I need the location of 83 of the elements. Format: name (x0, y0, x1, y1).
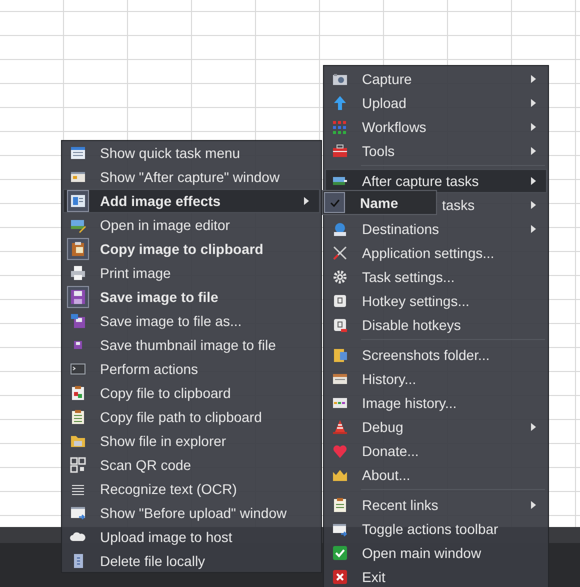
folder-icon (70, 433, 86, 449)
menu-item[interactable]: Image history... (325, 391, 547, 415)
submenu-arrow-icon (531, 99, 536, 107)
menu-item[interactable]: Debug (325, 415, 547, 439)
submenu-arrow-icon (304, 197, 309, 205)
menu-item[interactable]: Hotkey settings... (325, 289, 547, 313)
menu-item[interactable]: tasks (439, 193, 547, 217)
submenu-arrow-icon (531, 423, 536, 431)
checkmark-icon (330, 198, 340, 206)
menu-item[interactable]: Save image to file as... (63, 309, 320, 333)
menu-item[interactable]: Recognize text (OCR) (63, 477, 320, 501)
menu-item[interactable]: Task settings... (325, 265, 547, 289)
menu-item[interactable]: Copy file to clipboard (63, 381, 320, 405)
color-grid-icon (332, 119, 348, 135)
menu-item[interactable]: Toggle actions toolbar (325, 517, 547, 541)
menu-item[interactable]: Workflows (325, 115, 547, 139)
camera-icon (332, 71, 348, 87)
image-window-icon (70, 193, 86, 209)
window-arrow-icon (332, 521, 348, 537)
menu-item[interactable]: Application settings... (325, 241, 547, 265)
clipboard-icon (70, 385, 86, 401)
menu-item[interactable]: Destinations (325, 217, 547, 241)
menu-item[interactable]: Perform actions (63, 357, 320, 381)
toolbox-icon (332, 143, 348, 159)
tools-icon (332, 245, 348, 261)
clipboard-icon (70, 241, 86, 257)
menu-item[interactable]: Screenshots folder... (325, 343, 547, 367)
menu-item[interactable]: About... (325, 463, 547, 487)
menu-item[interactable]: Print image (63, 261, 320, 285)
submenu-arrow-icon (531, 501, 536, 509)
chip-label: Name (360, 194, 398, 210)
printer-icon (70, 265, 86, 281)
window-icon (70, 169, 86, 185)
submenu-arrow-icon (531, 177, 536, 185)
submenu-arrow-icon (531, 201, 536, 209)
menu-item[interactable]: Delete file locally (63, 549, 320, 573)
checkmark-icon (332, 545, 348, 561)
submenu-arrow-icon (531, 75, 536, 83)
menu-item[interactable]: Show "After capture" window (63, 165, 320, 189)
menu-item[interactable]: Add image effects (63, 189, 320, 213)
key-icon (332, 317, 348, 333)
image-pencil-icon (70, 217, 86, 233)
submenu-arrow-icon (531, 123, 536, 131)
key-icon (332, 293, 348, 309)
submenu-arrow-icon (531, 147, 536, 155)
close-icon (332, 569, 348, 585)
gear-icon (332, 269, 348, 285)
drag-tooltip[interactable]: Name (322, 190, 437, 215)
menu-item[interactable]: Recent links (325, 493, 547, 517)
menu-item[interactable]: Show "Before upload" window (63, 501, 320, 525)
menu-item[interactable]: Disable hotkeys (325, 313, 547, 337)
submenu-arrow-icon (531, 225, 536, 233)
qr-code-icon (70, 457, 86, 473)
heart-icon (332, 443, 348, 459)
image-grid-icon (332, 395, 348, 411)
menu-item[interactable]: After capture tasks (325, 169, 547, 193)
menu-item[interactable]: Upload (325, 91, 547, 115)
clipboard-icon (332, 497, 348, 513)
menu-item[interactable]: Copy image to clipboard (63, 237, 320, 261)
menu-item[interactable]: Open main window (325, 541, 547, 565)
menu-item[interactable]: Show quick task menu (63, 141, 320, 165)
folder-icon (332, 347, 348, 363)
menu-item[interactable]: Donate... (325, 439, 547, 463)
menu-item[interactable]: Open in image editor (63, 213, 320, 237)
terminal-icon (70, 361, 86, 377)
menu-item[interactable]: Scan QR code (63, 453, 320, 477)
menu-item[interactable]: Save thumbnail image to file (63, 333, 320, 357)
window-icon (332, 371, 348, 387)
floppy-disk-icon (70, 313, 86, 329)
menu-item[interactable]: Upload image to host (63, 525, 320, 549)
list-window-icon (70, 145, 86, 161)
menu-item[interactable]: Save image to file (63, 285, 320, 309)
menu-item[interactable]: Capture (325, 67, 547, 91)
checkbox[interactable] (324, 192, 345, 213)
menu-item[interactable]: Show file in explorer (63, 429, 320, 453)
globe-icon (332, 221, 348, 237)
menu-item[interactable]: Copy file path to clipboard (63, 405, 320, 429)
menu-item[interactable]: Tools (325, 139, 547, 163)
clipboard-icon (70, 409, 86, 425)
up-arrow-icon (332, 95, 348, 111)
menu-item[interactable]: Exit (325, 565, 547, 587)
traffic-cone-icon (332, 419, 348, 435)
menu-item[interactable]: History... (325, 367, 547, 391)
